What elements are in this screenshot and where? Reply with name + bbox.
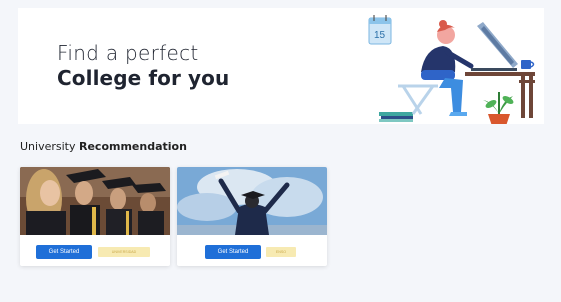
get-started-button[interactable]: Get Started bbox=[205, 245, 261, 259]
monitor-icon bbox=[471, 22, 518, 71]
hero-banner: Find a perfect College for you 15 bbox=[18, 8, 544, 124]
section-title-regular: University bbox=[20, 140, 79, 153]
graduates-photo bbox=[20, 167, 170, 235]
get-started-button[interactable]: Get Started bbox=[36, 245, 92, 259]
hero-title: Find a perfect College for you bbox=[57, 41, 229, 91]
books-icon bbox=[379, 112, 413, 122]
stool-icon bbox=[398, 84, 438, 115]
university-tag: ENSO bbox=[266, 247, 296, 257]
university-tag: UNIVERSIDAD bbox=[98, 247, 150, 257]
page: Find a perfect College for you 15 Univer… bbox=[0, 0, 561, 302]
plant-icon bbox=[483, 92, 514, 124]
section-title: University Recommendation bbox=[20, 140, 187, 153]
graduate-sky-photo bbox=[177, 167, 327, 235]
coffee-cup-icon bbox=[521, 60, 535, 69]
university-card[interactable]: Get Started UNIVERSIDAD bbox=[20, 167, 170, 266]
calendar-number: 15 bbox=[374, 30, 386, 41]
university-card[interactable]: Get Started ENSO bbox=[177, 167, 327, 266]
person-illustration bbox=[421, 20, 474, 116]
student-desk-illustration: 15 bbox=[368, 15, 535, 124]
calendar-icon: 15 bbox=[368, 15, 392, 45]
hero-title-line2: College for you bbox=[57, 66, 230, 90]
section-title-bold: Recommendation bbox=[79, 140, 187, 153]
hero-title-line1: Find a perfect bbox=[57, 41, 199, 65]
